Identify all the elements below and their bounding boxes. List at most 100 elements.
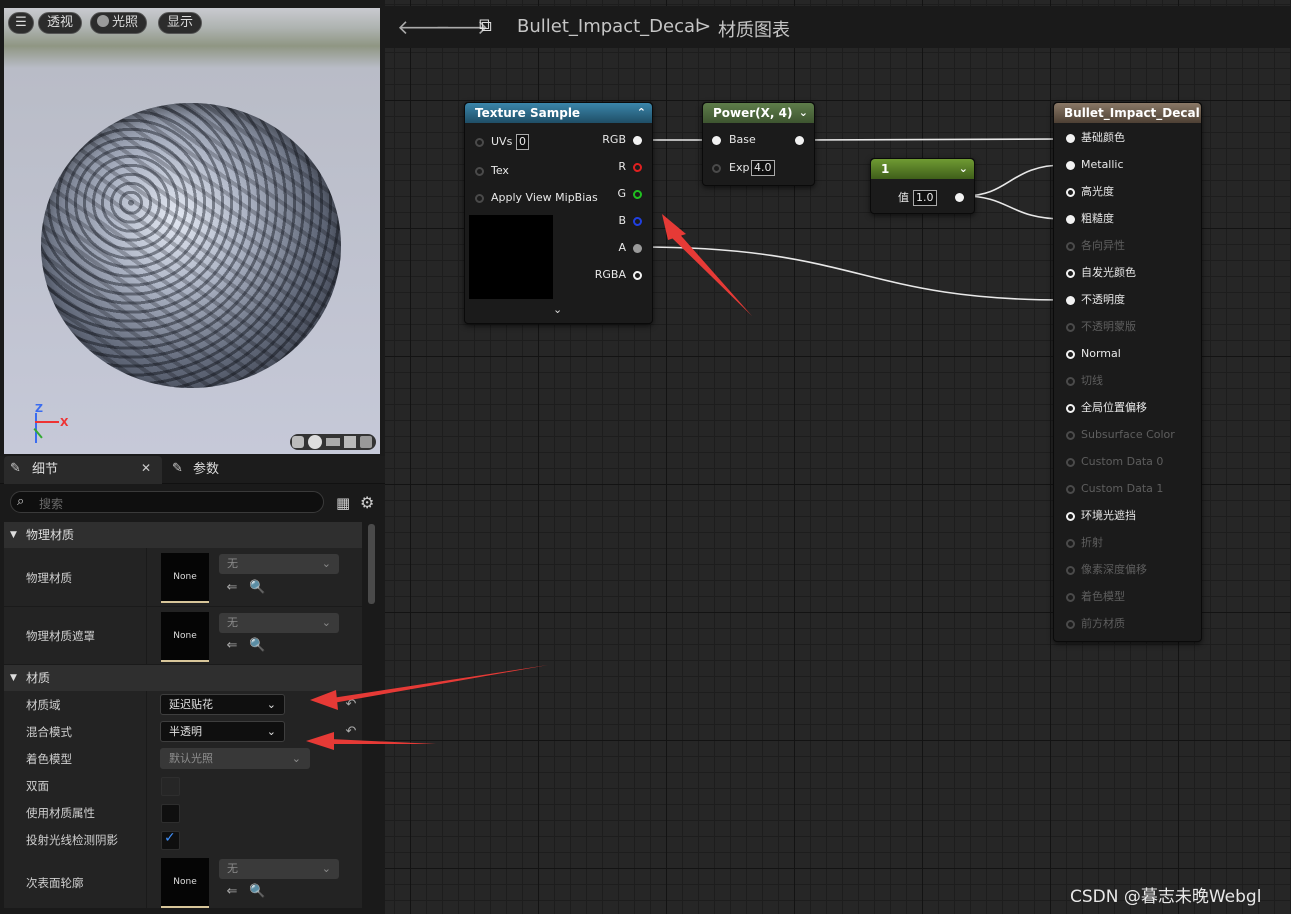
output-pin-r[interactable] <box>633 163 642 172</box>
node-header[interactable]: Bullet_Impact_Decal <box>1054 103 1201 123</box>
viewport-menu-icon[interactable]: ☰ <box>8 12 34 34</box>
input-pin-base[interactable] <box>712 136 721 145</box>
input-pin[interactable] <box>1066 242 1075 251</box>
node-title: 1 <box>881 162 890 176</box>
input-pin[interactable] <box>475 194 484 203</box>
row-label: 使用材质属性 <box>26 806 95 820</box>
output-pin-a[interactable] <box>633 244 642 253</box>
texture-sample-node[interactable]: Texture Sample ⌃ UVs 0 Tex Apply View Mi… <box>464 102 653 324</box>
blend-mode-select[interactable]: 半透明 ⌄ <box>160 721 285 742</box>
two-sided-checkbox[interactable] <box>161 777 180 796</box>
exp-value-input[interactable]: 4.0 <box>751 160 775 176</box>
output-pin-rgb[interactable] <box>633 136 642 145</box>
show-button[interactable]: 显示 <box>158 12 203 34</box>
input-pin[interactable] <box>1066 431 1075 440</box>
node-header[interactable]: Texture Sample ⌃ <box>465 103 652 123</box>
asset-thumbnail[interactable]: None <box>161 858 209 908</box>
input-pin[interactable] <box>1066 350 1075 359</box>
input-pin[interactable] <box>1066 539 1075 548</box>
browse-asset-icon[interactable]: 🔍 <box>249 884 265 900</box>
custom-mesh-icon[interactable] <box>360 436 372 448</box>
input-pin[interactable] <box>1066 620 1075 629</box>
use-selected-icon[interactable]: ⇐ <box>224 884 240 900</box>
perspective-button[interactable]: 透视 <box>38 12 83 34</box>
asset-picker-combo[interactable]: 无 ⌄ <box>219 554 339 574</box>
row-label: 物理材质 <box>26 571 72 585</box>
details-search-input[interactable]: ⌕ 搜索 <box>10 491 324 513</box>
details-scrollbar[interactable] <box>368 524 375 604</box>
output-pin[interactable] <box>795 136 804 145</box>
input-pin[interactable] <box>1066 593 1075 602</box>
collapse-icon[interactable]: ⌃ <box>637 103 646 123</box>
input-pin[interactable] <box>1066 485 1075 494</box>
section-physical-material[interactable]: ▼ 物理材质 <box>4 522 362 548</box>
asset-picker-combo[interactable]: 无 ⌄ <box>219 859 339 879</box>
pin-label: Custom Data 0 <box>1081 455 1164 468</box>
plane-shape-icon[interactable] <box>326 438 340 446</box>
asset-thumbnail[interactable]: None <box>161 553 209 603</box>
use-material-attributes-checkbox[interactable] <box>161 804 180 823</box>
use-selected-icon[interactable]: ⇐ <box>224 580 240 596</box>
expand-chevron-icon[interactable]: ⌄ <box>553 303 562 316</box>
uv-value-input[interactable]: 0 <box>516 134 529 150</box>
reset-default-icon[interactable]: ↶ <box>343 724 359 740</box>
lighting-button[interactable]: 光照 <box>90 12 148 34</box>
output-pin[interactable] <box>955 193 964 202</box>
collapse-icon[interactable]: ⌄ <box>799 103 808 123</box>
input-pin[interactable] <box>1066 269 1075 278</box>
input-pin[interactable] <box>1066 458 1075 467</box>
input-pin-exp[interactable] <box>712 164 721 173</box>
input-pin[interactable] <box>1066 188 1075 197</box>
output-pin-rgba[interactable] <box>633 271 642 280</box>
browse-asset-icon[interactable]: 🔍 <box>249 580 265 596</box>
input-pin[interactable] <box>1066 161 1075 170</box>
input-pin[interactable] <box>1066 566 1075 575</box>
input-pin[interactable] <box>1066 512 1075 521</box>
browse-asset-icon[interactable]: 🔍 <box>249 638 265 654</box>
asset-thumbnail[interactable]: None <box>161 612 209 662</box>
close-tab-icon[interactable]: ✕ <box>141 461 151 475</box>
node-header[interactable]: 1 ⌄ <box>871 159 974 179</box>
material-result-node[interactable]: Bullet_Impact_Decal 基础颜色 Metallic 高光度 粗糙度 各向… <box>1053 102 1202 642</box>
use-selected-icon[interactable]: ⇐ <box>224 638 240 654</box>
node-header[interactable]: Power(X, 4) ⌄ <box>703 103 814 123</box>
breadcrumb-asset[interactable]: Bullet_Impact_Decal <box>517 16 700 37</box>
input-pin[interactable] <box>1066 215 1075 224</box>
pin-label: Exp <box>729 161 750 174</box>
pin-label: 各向异性 <box>1081 239 1125 252</box>
cylinder-shape-icon[interactable] <box>292 436 304 448</box>
tab-details[interactable]: ✎ 细节 ✕ <box>4 456 162 484</box>
collapse-icon[interactable]: ⌄ <box>959 159 968 179</box>
lighting-icon <box>97 15 109 27</box>
tab-parameters[interactable]: ✎ 参数 <box>166 456 316 484</box>
power-node[interactable]: Power(X, 4) ⌄ Base Exp 4.0 <box>702 102 815 186</box>
table-view-icon[interactable]: ▦ <box>336 494 350 512</box>
material-domain-select[interactable]: 延迟贴花 ⌄ <box>160 694 285 715</box>
input-pin[interactable] <box>1066 404 1075 413</box>
collapse-arrow-icon: ▼ <box>10 530 17 540</box>
input-pin[interactable] <box>1066 377 1075 386</box>
asset-picker-combo[interactable]: 无 ⌄ <box>219 613 339 633</box>
cube-shape-icon[interactable] <box>344 436 356 448</box>
output-pin-b[interactable] <box>633 217 642 226</box>
output-pin-g[interactable] <box>633 190 642 199</box>
reset-default-icon[interactable]: ↶ <box>343 697 359 713</box>
input-pin[interactable] <box>1066 296 1075 305</box>
section-title: 物理材质 <box>26 528 75 542</box>
constant-node[interactable]: 1 ⌄ 值 1.0 <box>870 158 975 214</box>
raytraced-shadows-checkbox[interactable]: ✓ <box>161 830 180 850</box>
section-material[interactable]: ▼ 材质 <box>4 665 362 691</box>
checkmark-icon: ✓ <box>164 830 176 846</box>
input-pin[interactable] <box>1066 323 1075 332</box>
input-pin[interactable] <box>475 167 484 176</box>
input-pin[interactable] <box>1066 134 1075 143</box>
sphere-shape-icon[interactable] <box>308 435 322 449</box>
pin-label: UVs <box>491 135 513 148</box>
input-pin[interactable] <box>475 138 484 147</box>
preview-shape-buttons[interactable] <box>290 434 376 450</box>
settings-gear-icon[interactable]: ⚙ <box>360 493 374 512</box>
material-preview-viewport[interactable]: ☰ 透视 光照 显示 Z X <box>4 8 380 454</box>
shading-model-select[interactable]: 默认光照 ⌄ <box>160 748 310 769</box>
constant-value-input[interactable]: 1.0 <box>913 190 937 206</box>
collapse-arrow-icon: ▼ <box>10 673 17 683</box>
